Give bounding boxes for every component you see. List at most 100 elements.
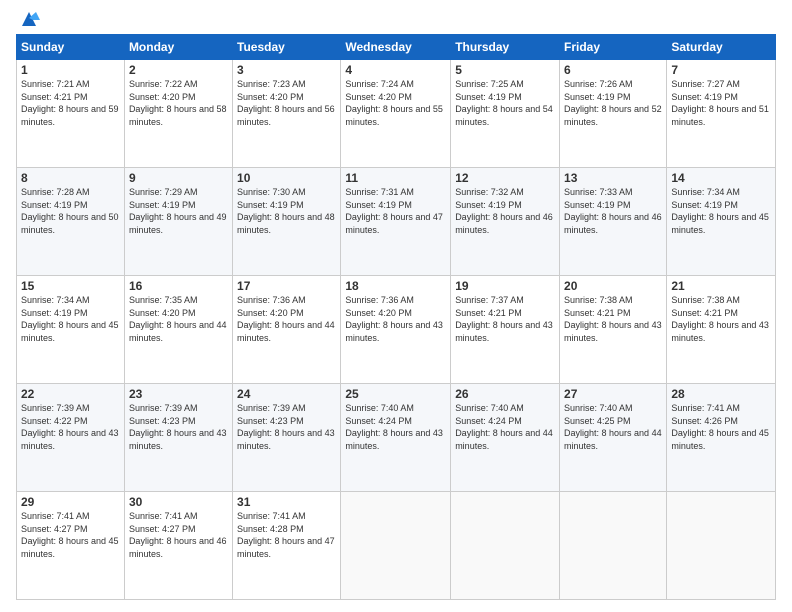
day-number: 18 — [345, 279, 446, 293]
day-number: 20 — [564, 279, 662, 293]
day-info: Sunrise: 7:30 AMSunset: 4:19 PMDaylight:… — [237, 187, 335, 235]
day-number: 15 — [21, 279, 120, 293]
day-info: Sunrise: 7:29 AMSunset: 4:19 PMDaylight:… — [129, 187, 227, 235]
calendar-cell — [341, 492, 451, 600]
calendar-cell: 10 Sunrise: 7:30 AMSunset: 4:19 PMDaylig… — [233, 168, 341, 276]
calendar-cell: 4 Sunrise: 7:24 AMSunset: 4:20 PMDayligh… — [341, 60, 451, 168]
day-info: Sunrise: 7:25 AMSunset: 4:19 PMDaylight:… — [455, 79, 553, 127]
calendar-header-cell: Wednesday — [341, 35, 451, 60]
day-number: 13 — [564, 171, 662, 185]
calendar-cell: 24 Sunrise: 7:39 AMSunset: 4:23 PMDaylig… — [233, 384, 341, 492]
day-info: Sunrise: 7:40 AMSunset: 4:25 PMDaylight:… — [564, 403, 662, 451]
calendar-cell: 31 Sunrise: 7:41 AMSunset: 4:28 PMDaylig… — [233, 492, 341, 600]
day-number: 23 — [129, 387, 228, 401]
calendar-cell: 25 Sunrise: 7:40 AMSunset: 4:24 PMDaylig… — [341, 384, 451, 492]
day-number: 11 — [345, 171, 446, 185]
calendar-table: SundayMondayTuesdayWednesdayThursdayFrid… — [16, 34, 776, 600]
day-number: 12 — [455, 171, 555, 185]
calendar-cell: 15 Sunrise: 7:34 AMSunset: 4:19 PMDaylig… — [17, 276, 125, 384]
calendar-cell — [667, 492, 776, 600]
day-info: Sunrise: 7:41 AMSunset: 4:28 PMDaylight:… — [237, 511, 335, 559]
day-info: Sunrise: 7:21 AMSunset: 4:21 PMDaylight:… — [21, 79, 119, 127]
day-info: Sunrise: 7:35 AMSunset: 4:20 PMDaylight:… — [129, 295, 227, 343]
day-info: Sunrise: 7:22 AMSunset: 4:20 PMDaylight:… — [129, 79, 227, 127]
day-number: 7 — [671, 63, 771, 77]
calendar-cell: 27 Sunrise: 7:40 AMSunset: 4:25 PMDaylig… — [560, 384, 667, 492]
calendar-cell: 23 Sunrise: 7:39 AMSunset: 4:23 PMDaylig… — [124, 384, 232, 492]
calendar-cell: 30 Sunrise: 7:41 AMSunset: 4:27 PMDaylig… — [124, 492, 232, 600]
calendar-cell: 12 Sunrise: 7:32 AMSunset: 4:19 PMDaylig… — [451, 168, 560, 276]
calendar-cell: 5 Sunrise: 7:25 AMSunset: 4:19 PMDayligh… — [451, 60, 560, 168]
logo — [16, 12, 40, 26]
calendar-cell: 18 Sunrise: 7:36 AMSunset: 4:20 PMDaylig… — [341, 276, 451, 384]
day-info: Sunrise: 7:24 AMSunset: 4:20 PMDaylight:… — [345, 79, 443, 127]
calendar-cell: 26 Sunrise: 7:40 AMSunset: 4:24 PMDaylig… — [451, 384, 560, 492]
day-info: Sunrise: 7:41 AMSunset: 4:27 PMDaylight:… — [129, 511, 227, 559]
day-number: 28 — [671, 387, 771, 401]
calendar-cell: 9 Sunrise: 7:29 AMSunset: 4:19 PMDayligh… — [124, 168, 232, 276]
calendar-cell: 22 Sunrise: 7:39 AMSunset: 4:22 PMDaylig… — [17, 384, 125, 492]
day-info: Sunrise: 7:34 AMSunset: 4:19 PMDaylight:… — [671, 187, 769, 235]
day-info: Sunrise: 7:39 AMSunset: 4:23 PMDaylight:… — [129, 403, 227, 451]
day-info: Sunrise: 7:23 AMSunset: 4:20 PMDaylight:… — [237, 79, 335, 127]
calendar-cell: 14 Sunrise: 7:34 AMSunset: 4:19 PMDaylig… — [667, 168, 776, 276]
calendar-cell — [451, 492, 560, 600]
day-info: Sunrise: 7:27 AMSunset: 4:19 PMDaylight:… — [671, 79, 769, 127]
day-number: 16 — [129, 279, 228, 293]
day-info: Sunrise: 7:38 AMSunset: 4:21 PMDaylight:… — [564, 295, 662, 343]
logo-icon — [18, 10, 40, 30]
calendar-header-cell: Sunday — [17, 35, 125, 60]
day-number: 9 — [129, 171, 228, 185]
day-info: Sunrise: 7:38 AMSunset: 4:21 PMDaylight:… — [671, 295, 769, 343]
calendar-cell: 13 Sunrise: 7:33 AMSunset: 4:19 PMDaylig… — [560, 168, 667, 276]
day-info: Sunrise: 7:39 AMSunset: 4:22 PMDaylight:… — [21, 403, 119, 451]
day-number: 27 — [564, 387, 662, 401]
day-number: 17 — [237, 279, 336, 293]
calendar-header-cell: Tuesday — [233, 35, 341, 60]
day-number: 24 — [237, 387, 336, 401]
calendar-header-cell: Monday — [124, 35, 232, 60]
calendar-week-row: 8 Sunrise: 7:28 AMSunset: 4:19 PMDayligh… — [17, 168, 776, 276]
day-number: 19 — [455, 279, 555, 293]
calendar-week-row: 15 Sunrise: 7:34 AMSunset: 4:19 PMDaylig… — [17, 276, 776, 384]
day-number: 29 — [21, 495, 120, 509]
calendar-header-cell: Friday — [560, 35, 667, 60]
calendar-cell: 2 Sunrise: 7:22 AMSunset: 4:20 PMDayligh… — [124, 60, 232, 168]
day-info: Sunrise: 7:32 AMSunset: 4:19 PMDaylight:… — [455, 187, 553, 235]
calendar-cell: 16 Sunrise: 7:35 AMSunset: 4:20 PMDaylig… — [124, 276, 232, 384]
day-info: Sunrise: 7:41 AMSunset: 4:27 PMDaylight:… — [21, 511, 119, 559]
day-number: 21 — [671, 279, 771, 293]
day-info: Sunrise: 7:36 AMSunset: 4:20 PMDaylight:… — [237, 295, 335, 343]
calendar-cell: 21 Sunrise: 7:38 AMSunset: 4:21 PMDaylig… — [667, 276, 776, 384]
calendar-week-row: 22 Sunrise: 7:39 AMSunset: 4:22 PMDaylig… — [17, 384, 776, 492]
calendar-cell: 19 Sunrise: 7:37 AMSunset: 4:21 PMDaylig… — [451, 276, 560, 384]
calendar-week-row: 1 Sunrise: 7:21 AMSunset: 4:21 PMDayligh… — [17, 60, 776, 168]
day-info: Sunrise: 7:40 AMSunset: 4:24 PMDaylight:… — [455, 403, 553, 451]
day-number: 30 — [129, 495, 228, 509]
day-number: 14 — [671, 171, 771, 185]
day-info: Sunrise: 7:40 AMSunset: 4:24 PMDaylight:… — [345, 403, 443, 451]
calendar-cell: 3 Sunrise: 7:23 AMSunset: 4:20 PMDayligh… — [233, 60, 341, 168]
day-info: Sunrise: 7:36 AMSunset: 4:20 PMDaylight:… — [345, 295, 443, 343]
day-number: 3 — [237, 63, 336, 77]
calendar-cell: 17 Sunrise: 7:36 AMSunset: 4:20 PMDaylig… — [233, 276, 341, 384]
calendar-cell: 28 Sunrise: 7:41 AMSunset: 4:26 PMDaylig… — [667, 384, 776, 492]
calendar-header-cell: Thursday — [451, 35, 560, 60]
calendar-header-cell: Saturday — [667, 35, 776, 60]
day-number: 5 — [455, 63, 555, 77]
day-number: 25 — [345, 387, 446, 401]
day-info: Sunrise: 7:41 AMSunset: 4:26 PMDaylight:… — [671, 403, 769, 451]
calendar-cell — [560, 492, 667, 600]
calendar-cell: 1 Sunrise: 7:21 AMSunset: 4:21 PMDayligh… — [17, 60, 125, 168]
day-number: 6 — [564, 63, 662, 77]
calendar-cell: 29 Sunrise: 7:41 AMSunset: 4:27 PMDaylig… — [17, 492, 125, 600]
calendar-cell: 6 Sunrise: 7:26 AMSunset: 4:19 PMDayligh… — [560, 60, 667, 168]
day-number: 8 — [21, 171, 120, 185]
calendar-cell: 7 Sunrise: 7:27 AMSunset: 4:19 PMDayligh… — [667, 60, 776, 168]
day-number: 31 — [237, 495, 336, 509]
day-info: Sunrise: 7:37 AMSunset: 4:21 PMDaylight:… — [455, 295, 553, 343]
day-info: Sunrise: 7:26 AMSunset: 4:19 PMDaylight:… — [564, 79, 662, 127]
calendar-cell: 11 Sunrise: 7:31 AMSunset: 4:19 PMDaylig… — [341, 168, 451, 276]
calendar-body: 1 Sunrise: 7:21 AMSunset: 4:21 PMDayligh… — [17, 60, 776, 600]
day-number: 1 — [21, 63, 120, 77]
